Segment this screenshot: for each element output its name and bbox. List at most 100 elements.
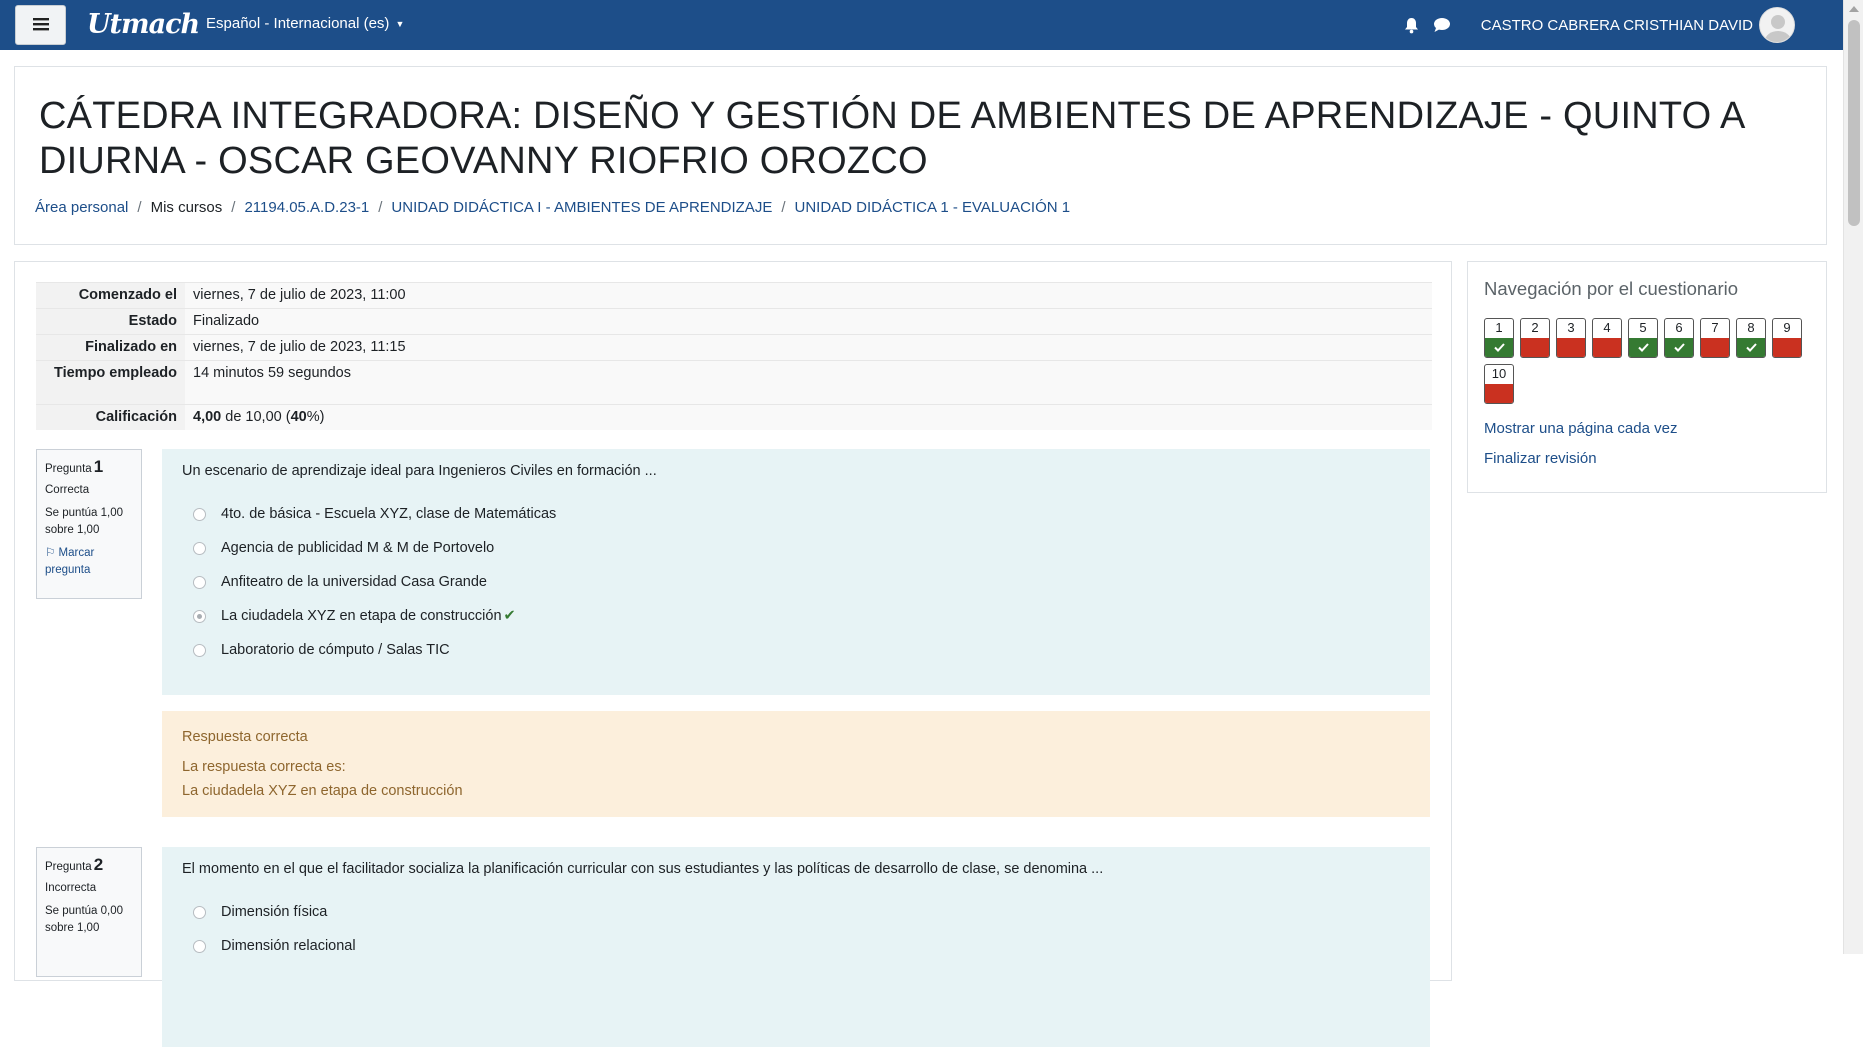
- question-2-content: El momento en el que el facilitador soci…: [162, 847, 1430, 1047]
- site-logo[interactable]: Utmach: [87, 6, 200, 44]
- breadcrumb: Área personal / Mis cursos / 21194.05.A.…: [35, 199, 1070, 216]
- grade-of: de 10,00 (: [225, 409, 291, 425]
- breadcrumb-item-unit[interactable]: UNIDAD DIDÁCTICA I - AMBIENTES DE APREND…: [391, 199, 772, 216]
- show-one-page-link[interactable]: Mostrar una página cada vez: [1484, 420, 1677, 437]
- answer-label: Laboratorio de cómputo / Salas TIC: [221, 642, 450, 658]
- incorrect-status-icon: [1485, 384, 1513, 403]
- answer-option[interactable]: Dimensión relacional: [182, 929, 1410, 963]
- question-1-info: Pregunta 1 Correcta Se puntúa 1,00 sobre …: [36, 449, 142, 599]
- answer-option[interactable]: Agencia de publicidad M & M de Portovelo: [182, 531, 1410, 565]
- quiz-nav-number: 7: [1711, 320, 1719, 335]
- grade-percent: 40: [290, 409, 307, 425]
- summary-row-started: Comenzado el viernes, 7 de julio de 2023…: [36, 282, 1432, 309]
- answer-option[interactable]: 4to. de básica - Escuela XYZ, clase de M…: [182, 497, 1410, 531]
- user-avatar-icon[interactable]: [1759, 7, 1795, 43]
- question-state: Incorrecta: [45, 882, 97, 894]
- user-name[interactable]: CASTRO CABRERA CRISTHIAN DAVID: [1481, 17, 1753, 34]
- quiz-nav-button-5[interactable]: 5: [1628, 318, 1658, 358]
- incorrect-status-icon: [1557, 338, 1585, 357]
- answer-label: 4to. de básica - Escuela XYZ, clase de M…: [221, 506, 557, 522]
- quiz-nav-button-1[interactable]: 1: [1484, 318, 1514, 358]
- flag-question-button[interactable]: ⚐ Marcar pregunta: [45, 545, 133, 579]
- quiz-nav-button-9[interactable]: 9: [1772, 318, 1802, 358]
- incorrect-status-icon: [1773, 338, 1801, 357]
- chat-icon[interactable]: [1429, 13, 1455, 37]
- breadcrumb-item-quiz[interactable]: UNIDAD DIDÁCTICA 1 - EVALUACIÓN 1: [795, 199, 1071, 216]
- grade-label: Calificación: [36, 404, 185, 430]
- quiz-nav-button-10[interactable]: 10: [1484, 364, 1514, 404]
- summary-row-finished: Finalizado en viernes, 7 de julio de 202…: [36, 334, 1432, 361]
- quiz-nav-button-8[interactable]: 8: [1736, 318, 1766, 358]
- quiz-nav-button-4[interactable]: 4: [1592, 318, 1622, 358]
- quiz-nav-number: 6: [1675, 320, 1683, 335]
- state-value: Finalizado: [185, 308, 1432, 335]
- feedback-answer: La ciudadela XYZ en etapa de construcció…: [182, 783, 463, 799]
- quiz-nav-button-6[interactable]: 6: [1664, 318, 1694, 358]
- question-label: Pregunta: [45, 463, 92, 475]
- answer-radio[interactable]: [193, 905, 206, 919]
- breadcrumb-separator: /: [137, 199, 142, 216]
- quiz-nav-number: 2: [1531, 320, 1539, 335]
- language-label: Español - Internacional (es): [206, 15, 390, 32]
- quiz-nav-number: 3: [1567, 320, 1575, 335]
- quiz-nav-number: 4: [1603, 320, 1611, 335]
- check-icon: [1737, 338, 1765, 357]
- quiz-navigation-title: Navegación por el cuestionario: [1484, 278, 1739, 299]
- time-label: Tiempo empleado: [36, 360, 185, 405]
- time-value: 14 minutos 59 segundos: [185, 360, 1432, 405]
- bell-icon[interactable]: [1399, 13, 1425, 37]
- question-state: Correcta: [45, 484, 90, 496]
- page-header: CÁTEDRA INTEGRADORA: DISEÑO Y GESTIÓN DE…: [14, 66, 1827, 245]
- check-icon: [1485, 338, 1513, 357]
- answer-option[interactable]: Dimensión física: [182, 895, 1410, 929]
- summary-row-state: Estado Finalizado: [36, 308, 1432, 335]
- incorrect-status-icon: [1701, 338, 1729, 357]
- quiz-nav-button-3[interactable]: 3: [1556, 318, 1586, 358]
- grade-value: 4,00 de 10,00 (40%): [185, 404, 1432, 430]
- answer-option[interactable]: Anfiteatro de la universidad Casa Grande: [182, 565, 1410, 599]
- question-number: 1: [93, 457, 104, 476]
- finished-label: Finalizado en: [36, 334, 185, 361]
- breadcrumb-item-my-courses: Mis cursos: [150, 199, 223, 216]
- quiz-nav-number: 1: [1495, 320, 1503, 335]
- summary-row-grade: Calificación 4,00 de 10,00 (40%): [36, 404, 1432, 430]
- question-1-feedback: Respuesta correcta La respuesta correcta…: [162, 711, 1430, 817]
- answer-radio[interactable]: [193, 575, 206, 589]
- breadcrumb-item-course-code[interactable]: 21194.05.A.D.23-1: [244, 199, 369, 216]
- answer-radio-checked[interactable]: [193, 609, 206, 623]
- breadcrumb-separator: /: [231, 199, 236, 216]
- answer-label: La ciudadela XYZ en etapa de construcció…: [221, 608, 502, 624]
- breadcrumb-item-personal-area[interactable]: Área personal: [35, 199, 128, 216]
- menu-toggle-button[interactable]: [15, 5, 66, 45]
- answer-radio[interactable]: [193, 507, 206, 521]
- grade-score: 4,00: [193, 409, 222, 425]
- answer-option-selected[interactable]: La ciudadela XYZ en etapa de construcció…: [182, 599, 1410, 633]
- answer-label: Anfiteatro de la universidad Casa Grande: [221, 574, 487, 590]
- answer-option[interactable]: Laboratorio de cómputo / Salas TIC: [182, 633, 1410, 667]
- quiz-navigation-buttons: 1 2 3 4 5 6 7 8 9 10: [1484, 318, 1814, 410]
- language-menu[interactable]: Español - Internacional (es) ▼: [206, 15, 404, 32]
- answer-radio[interactable]: [193, 643, 206, 657]
- state-label: Estado: [36, 308, 185, 335]
- question-text: Un escenario de aprendizaje ideal para I…: [182, 463, 657, 479]
- question-number: 2: [93, 855, 104, 874]
- started-value: viernes, 7 de julio de 2023, 11:00: [185, 282, 1432, 309]
- feedback-title: Respuesta correcta: [182, 729, 308, 745]
- scroll-up-icon[interactable]: [1849, 6, 1859, 12]
- quiz-nav-number: 5: [1639, 320, 1647, 335]
- check-icon: ✔: [503, 608, 516, 624]
- question-1-content: Un escenario de aprendizaje ideal para I…: [162, 449, 1430, 695]
- scrollbar-thumb[interactable]: [1848, 20, 1860, 226]
- answer-radio[interactable]: [193, 939, 206, 953]
- quiz-nav-button-2[interactable]: 2: [1520, 318, 1550, 358]
- question-text: El momento en el que el facilitador soci…: [182, 861, 1104, 877]
- finish-review-link[interactable]: Finalizar revisión: [1484, 450, 1597, 467]
- answer-label: Dimensión física: [221, 904, 328, 920]
- quiz-nav-number: 9: [1783, 320, 1791, 335]
- answer-radio[interactable]: [193, 541, 206, 555]
- flag-icon: ⚐: [45, 547, 56, 559]
- quiz-nav-number: 10: [1491, 366, 1507, 381]
- quiz-nav-button-7[interactable]: 7: [1700, 318, 1730, 358]
- page-scrollbar[interactable]: [1843, 0, 1863, 954]
- incorrect-status-icon: [1593, 338, 1621, 357]
